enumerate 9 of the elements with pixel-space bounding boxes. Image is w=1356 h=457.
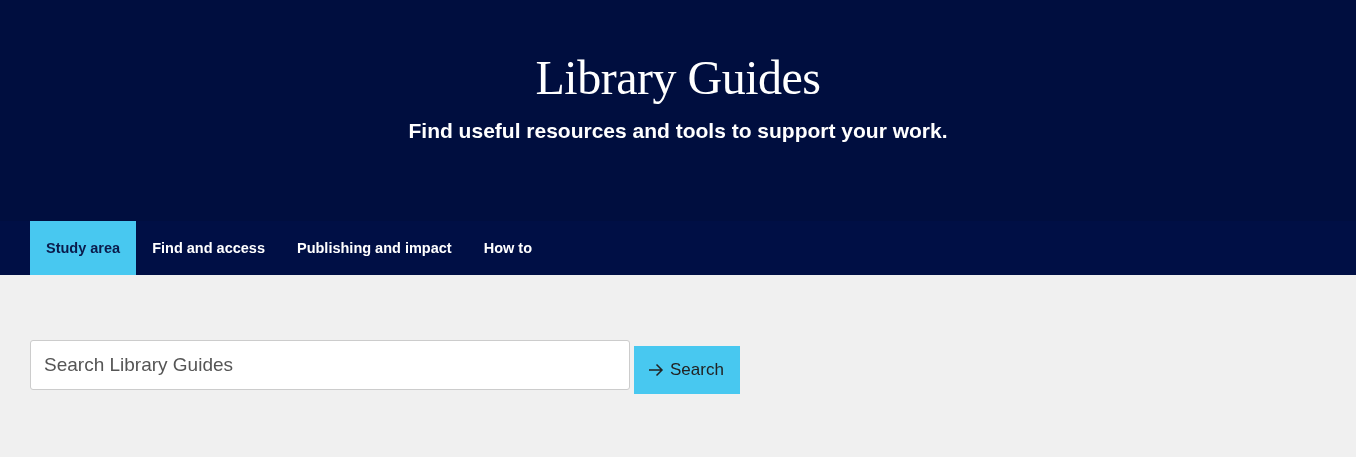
search-button[interactable]: Search	[634, 346, 740, 394]
arrow-right-icon	[648, 363, 664, 377]
search-field[interactable]: Search Library Guides	[30, 340, 630, 390]
page-subtitle: Find useful resources and tools to support your work.	[408, 119, 948, 143]
nav-tab[interactable]: Find and access	[136, 221, 281, 275]
page-title: Library Guides	[535, 50, 821, 105]
nav-tab[interactable]: Publishing and impact	[281, 221, 468, 275]
nav-tab[interactable]: How to	[467, 221, 548, 275]
nav-tab[interactable]: Study area	[30, 221, 137, 275]
